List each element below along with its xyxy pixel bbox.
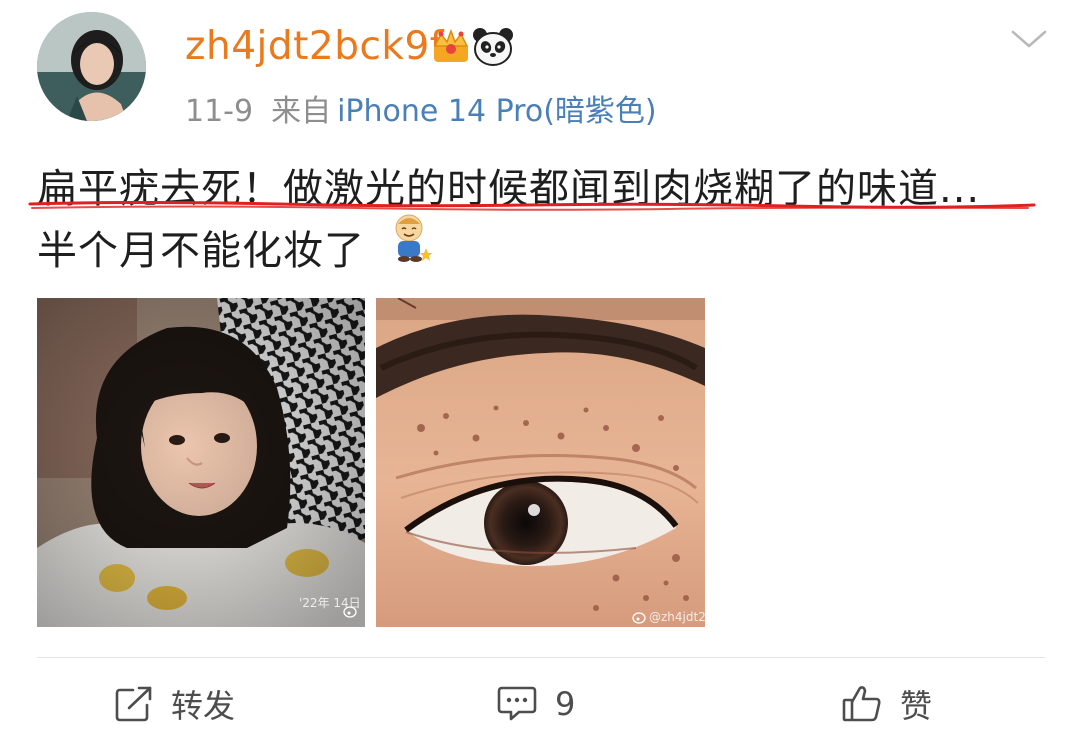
red-underline-annotation (28, 201, 1036, 211)
weibo-logo-icon (343, 606, 357, 618)
like-button[interactable]: 赞 (842, 682, 932, 726)
comment-icon (497, 686, 537, 721)
comment-count: 9 (555, 685, 576, 723)
username[interactable]: zh4jdt2bck9f (185, 24, 444, 69)
like-label: 赞 (900, 687, 933, 725)
post-photo-2[interactable]: @zh4jdt2bc (376, 298, 705, 627)
repost-label: 转发 (171, 687, 236, 725)
photo-watermark: @zh4jdt2bc (649, 610, 705, 624)
weibo-post-card: zh4jdt2bck9f 11-9 来自 iPhone 14 Pro(暗紫色) 扁平… (0, 0, 1081, 739)
weibo-logo-icon (632, 612, 646, 624)
like-icon (842, 686, 881, 722)
crown-badge-icon[interactable] (431, 28, 471, 66)
post-text-line2: 半个月不能化妆了 (37, 228, 365, 274)
smiling-boy-emoji (395, 214, 432, 262)
avatar[interactable] (37, 12, 146, 121)
post-meta: 11-9 来自 iPhone 14 Pro(暗紫色) (185, 86, 657, 130)
device-link[interactable]: iPhone 14 Pro(暗紫色) (337, 94, 657, 129)
panda-badge-icon[interactable] (472, 27, 514, 67)
repost-icon (115, 686, 152, 722)
post-date: 11-9 (185, 94, 254, 129)
source-label: 来自 (271, 94, 332, 129)
repost-button[interactable]: 转发 (115, 682, 235, 726)
chevron-down-icon[interactable] (1010, 28, 1048, 50)
comment-button[interactable]: 9 (497, 682, 575, 726)
divider (37, 657, 1045, 658)
post-photo-1[interactable]: '22年 14日 (37, 298, 365, 627)
